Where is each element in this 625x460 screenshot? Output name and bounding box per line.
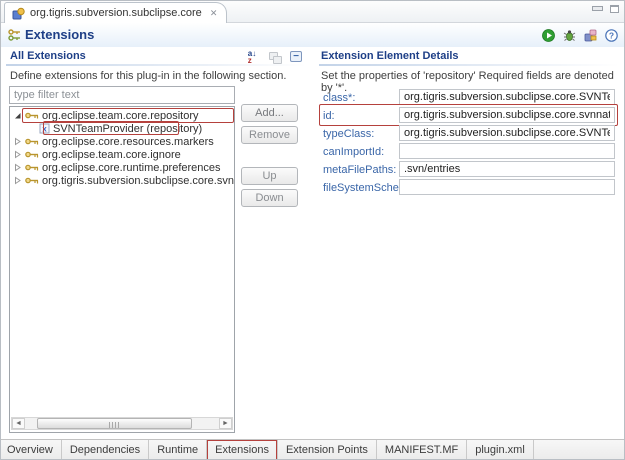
all-extensions-title: All Extensions bbox=[10, 50, 86, 62]
metafilepaths-input[interactable] bbox=[399, 161, 615, 177]
maximize-icon[interactable] bbox=[610, 5, 619, 13]
collapsed-arrow-icon[interactable] bbox=[13, 163, 23, 172]
typeclass-input[interactable] bbox=[399, 125, 615, 141]
tab-dependencies[interactable]: Dependencies bbox=[62, 440, 149, 460]
tree-item-label: org.tigris.subversion.subclipse.core.svn… bbox=[42, 175, 235, 187]
page-title: Extensions bbox=[25, 27, 94, 42]
tree-item-ignore[interactable]: org.eclipse.team.core.ignore bbox=[10, 148, 234, 161]
show-full-names-icon[interactable] bbox=[266, 49, 282, 64]
scrollbar-thumb[interactable] bbox=[37, 418, 192, 429]
extension-point-icon bbox=[25, 111, 39, 120]
extension-point-icon bbox=[25, 176, 39, 185]
extension-point-icon bbox=[25, 150, 39, 159]
collapsed-arrow-icon[interactable] bbox=[13, 176, 23, 185]
debug-icon[interactable] bbox=[562, 28, 576, 42]
all-extensions-description: Define extensions for this plug-in in th… bbox=[10, 70, 286, 82]
scroll-right-icon[interactable]: ► bbox=[219, 418, 232, 429]
tree-item-repository[interactable]: org.eclipse.team.core.repository bbox=[10, 109, 234, 122]
down-button[interactable]: Down bbox=[241, 189, 298, 207]
up-button[interactable]: Up bbox=[241, 167, 298, 185]
page-tab-bar: Overview Dependencies Runtime Extensions… bbox=[1, 439, 625, 460]
editor-tab-title: org.tigris.subversion.subclipse.core bbox=[30, 7, 202, 19]
tab-overview[interactable]: Overview bbox=[1, 440, 62, 460]
filesystemscheme-input[interactable] bbox=[399, 179, 615, 195]
metafilepaths-label: metaFilePaths: bbox=[323, 164, 396, 176]
svg-text:x: x bbox=[42, 124, 47, 133]
id-input[interactable] bbox=[399, 107, 615, 123]
canimportid-input[interactable] bbox=[399, 143, 615, 159]
canimportid-label: canImportId: bbox=[323, 146, 384, 158]
horizontal-scrollbar[interactable]: ◄ ► bbox=[11, 417, 233, 430]
run-icon[interactable] bbox=[541, 28, 555, 42]
extensions-icon bbox=[8, 28, 23, 42]
extension-element-icon: x bbox=[39, 123, 50, 134]
extensions-tree: org.eclipse.team.core.repository x SVNTe… bbox=[9, 106, 235, 433]
form-header: Extensions bbox=[1, 23, 625, 47]
export-plugin-icon[interactable] bbox=[583, 28, 597, 42]
plugin-manifest-editor: org.tigris.subversion.subclipse.core ✕ E… bbox=[0, 0, 625, 460]
tree-item-label: SVNTeamProvider (repository) bbox=[53, 123, 202, 135]
tree-item-label: org.eclipse.core.resources.markers bbox=[42, 136, 214, 148]
class-input[interactable] bbox=[399, 89, 615, 105]
scroll-left-icon[interactable]: ◄ bbox=[12, 418, 25, 429]
tree-item-label: org.eclipse.core.runtime.preferences bbox=[42, 162, 221, 174]
class-label[interactable]: class*: bbox=[323, 92, 355, 104]
scrollbar-track[interactable] bbox=[25, 418, 219, 429]
help-icon[interactable]: ? bbox=[604, 28, 618, 42]
tree-item-svnteamprovider[interactable]: x SVNTeamProvider (repository) bbox=[10, 122, 234, 135]
add-button[interactable]: Add... bbox=[241, 104, 298, 122]
svg-text:?: ? bbox=[608, 30, 613, 40]
collapse-all-icon[interactable]: − bbox=[288, 49, 304, 64]
close-icon[interactable]: ✕ bbox=[210, 8, 218, 19]
tab-plugin-xml[interactable]: plugin.xml bbox=[467, 440, 534, 460]
extension-point-icon bbox=[25, 137, 39, 146]
tree-item-preferences[interactable]: org.eclipse.core.runtime.preferences bbox=[10, 161, 234, 174]
details-title: Extension Element Details bbox=[321, 50, 459, 62]
tab-extensions[interactable]: Extensions bbox=[207, 440, 278, 460]
tree-item-markers[interactable]: org.eclipse.core.resources.markers bbox=[10, 135, 234, 148]
extension-point-icon bbox=[25, 163, 39, 172]
remove-button[interactable]: Remove bbox=[241, 126, 298, 144]
editor-tab-bar: org.tigris.subversion.subclipse.core ✕ bbox=[1, 1, 625, 23]
sort-alphabetically-icon[interactable]: a↓z bbox=[244, 49, 260, 64]
collapsed-arrow-icon[interactable] bbox=[13, 137, 23, 146]
expanded-arrow-icon[interactable] bbox=[13, 111, 23, 120]
tree-item-svnpropertytypes[interactable]: org.tigris.subversion.subclipse.core.svn… bbox=[10, 174, 234, 187]
tree-item-label: org.eclipse.team.core.repository bbox=[42, 110, 199, 122]
typeclass-label[interactable]: typeClass: bbox=[323, 128, 374, 140]
window-buttons bbox=[592, 5, 619, 13]
tab-runtime[interactable]: Runtime bbox=[149, 440, 207, 460]
tab-manifest-mf[interactable]: MANIFEST.MF bbox=[377, 440, 467, 460]
section-underline bbox=[319, 64, 619, 66]
minimize-icon[interactable] bbox=[592, 5, 602, 13]
filter-input[interactable] bbox=[9, 86, 235, 104]
section-underline bbox=[6, 64, 306, 66]
tab-extension-points[interactable]: Extension Points bbox=[278, 440, 377, 460]
collapsed-arrow-icon[interactable] bbox=[13, 150, 23, 159]
id-label: id: bbox=[323, 110, 335, 122]
tree-item-label: org.eclipse.team.core.ignore bbox=[42, 149, 181, 161]
plugin-icon bbox=[12, 7, 25, 20]
editor-tab[interactable]: org.tigris.subversion.subclipse.core ✕ bbox=[4, 2, 227, 23]
